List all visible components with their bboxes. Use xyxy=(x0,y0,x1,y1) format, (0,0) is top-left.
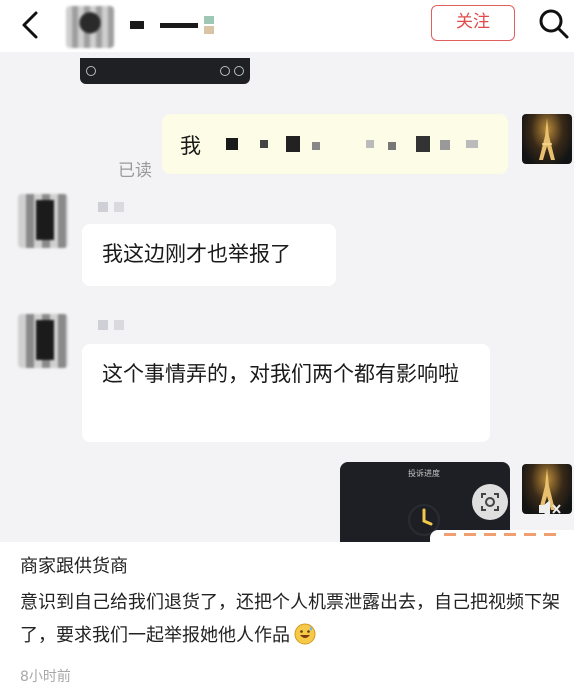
sender-name-redacted xyxy=(98,202,126,212)
timestamp: 8小时前 xyxy=(20,669,71,685)
sent-message-bubble[interactable]: 我 xyxy=(162,114,508,174)
grinning-sweat-emoji-icon xyxy=(294,623,316,645)
chevron-left-icon[interactable] xyxy=(14,8,48,42)
read-status: 已读 xyxy=(118,161,152,181)
cut-off-banner xyxy=(430,530,574,542)
sender-name-redacted xyxy=(98,320,126,330)
caption-body: 意识到自己给我们退货了，还把个人机票泄露出去，自己把视频下架了，要求我们一起举报… xyxy=(20,586,560,652)
emoji-icon xyxy=(234,66,244,76)
follow-button[interactable]: 关注 xyxy=(431,5,515,41)
caption-text: 意识到自己给我们退货了，还把个人机票泄露出去，自己把视频下架了，要求我们一起举报… xyxy=(20,592,560,646)
sender-avatar[interactable] xyxy=(18,314,68,368)
received-message-bubble[interactable]: 这个事情弄的，对我们两个都有影响啦 xyxy=(82,344,490,442)
top-bar: 关注 xyxy=(0,0,574,52)
mute-icon[interactable] xyxy=(536,496,562,522)
search-icon[interactable] xyxy=(538,8,570,40)
sender-avatar[interactable] xyxy=(18,194,68,248)
my-avatar[interactable] xyxy=(522,114,572,164)
play-icon xyxy=(86,66,96,76)
message-text: 我这边刚才也举报了 xyxy=(102,242,291,266)
eiffel-tower-icon xyxy=(539,118,555,160)
message-text: 这个事情弄的，对我们两个都有影响啦 xyxy=(102,362,459,386)
scan-icon[interactable] xyxy=(472,484,508,520)
contact-avatar[interactable] xyxy=(66,6,114,48)
sent-message-text: 我 xyxy=(180,134,201,158)
post-caption: 商家跟供货商 意识到自己给我们退货了，还把个人机票泄露出去，自己把视频下架了，要… xyxy=(0,542,574,691)
video-message-thumbnail[interactable] xyxy=(80,58,250,84)
chat-area[interactable]: 我 已读 我这边刚才也举报了 这个事情弄的，对我们两个都有影响啦 投诉进度 xyxy=(0,52,574,542)
received-message-bubble[interactable]: 我这边刚才也举报了 xyxy=(82,224,336,286)
video-caption: 投诉进度 xyxy=(408,469,440,478)
redacted-text xyxy=(216,132,492,156)
caption-title: 商家跟供货商 xyxy=(20,556,128,577)
contact-name-redacted xyxy=(120,14,218,36)
emoji-icon xyxy=(220,66,230,76)
